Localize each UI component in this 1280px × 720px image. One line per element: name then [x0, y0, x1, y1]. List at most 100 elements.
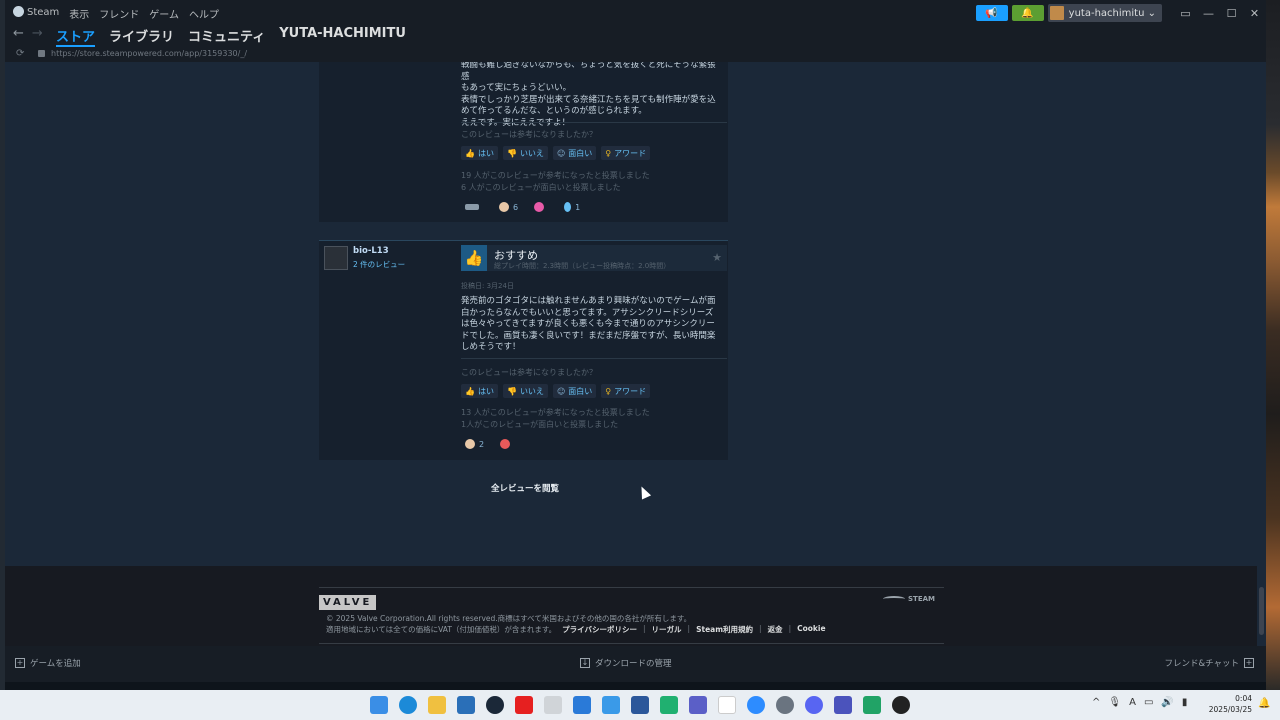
steam-footer-text: STEAM — [908, 595, 935, 603]
snipping-icon[interactable] — [544, 696, 562, 714]
gmail-icon[interactable] — [718, 696, 736, 714]
thumbs-down-icon: 👎 — [506, 386, 517, 396]
heart-award-icon[interactable] — [530, 199, 552, 215]
notifications-button[interactable]: 🔔 — [1011, 5, 1044, 21]
vote-funny-label: 面白い — [568, 148, 593, 158]
chevron-up-icon[interactable]: ^ — [1092, 697, 1100, 708]
store-icon[interactable] — [457, 696, 475, 714]
microphone-icon[interactable]: 🎙 — [1108, 697, 1121, 708]
medal-award-icon[interactable]: 1 — [560, 199, 584, 215]
account-menu[interactable]: yuta-hachimitu ⌄ — [1047, 4, 1162, 22]
award-button[interactable]: ♀ アワード — [601, 384, 651, 398]
ime-icon[interactable]: A — [1129, 697, 1136, 708]
wings-award-icon[interactable] — [461, 199, 487, 215]
cookie-link[interactable]: Cookie — [797, 624, 825, 635]
zoom-icon[interactable] — [747, 696, 765, 714]
vote-no-button[interactable]: 👎 いいえ — [502, 384, 548, 398]
app-icon[interactable] — [602, 696, 620, 714]
vote-funny-button[interactable]: ☺ 面白い — [552, 146, 597, 160]
star-icon[interactable]: ★ — [712, 251, 722, 264]
url-text[interactable]: https://store.steampowered.com/app/31593… — [51, 49, 247, 58]
review-line: 白かったらなんでもいいと思ってます。アサシンクリードシリーズ — [461, 307, 714, 318]
big-picture-icon[interactable]: ▭ — [1174, 7, 1197, 20]
youtube-icon[interactable] — [515, 696, 533, 714]
menu-steam[interactable]: Steam — [13, 6, 59, 21]
review-card: bio-L13 2 件のレビュー 👍 おすすめ 総プレイ時間：2.3時間（レビュ… — [319, 240, 728, 460]
scrollbar[interactable] — [1257, 62, 1266, 644]
app-icon[interactable] — [573, 696, 591, 714]
review-body: 戦闘も難し過ぎないながらも、ちょっと気を抜くと死にそうな緊張感 もあって実にちょ… — [461, 62, 719, 129]
privacy-link[interactable]: プライバシーポリシー — [562, 624, 637, 635]
hand-award-icon[interactable]: 2 — [461, 436, 488, 452]
clock[interactable]: 0:04 2025/03/25 — [1206, 693, 1252, 715]
verdict-bar[interactable]: 👍 おすすめ 総プレイ時間：2.3時間（レビュー投稿時点：2.0時間） ★ — [461, 245, 727, 271]
view-all-reviews-link[interactable]: 全レビューを閲覧 — [491, 482, 559, 494]
teams-icon[interactable] — [834, 696, 852, 714]
steam-footer-logo[interactable]: STEAM — [883, 595, 935, 603]
vote-no-button[interactable]: 👎 いいえ — [502, 146, 548, 160]
maximize-icon[interactable]: ☐ — [1220, 7, 1243, 20]
reload-icon[interactable]: ⟳ — [16, 48, 24, 59]
notification-icon[interactable]: 🔔 — [1258, 698, 1270, 709]
windows-start-icon[interactable] — [370, 696, 388, 714]
helpful-question: このレビューは参考になりましたか？ — [461, 368, 597, 377]
clock-date: 2025/03/25 — [1208, 705, 1252, 714]
steam-window: Steam 表示 フレンド ゲーム ヘルプ 📢 🔔 yuta-hachimitu… — [5, 0, 1266, 682]
helpful-count: 19 人がこのレビューが参考になったと投票しました — [461, 171, 650, 180]
friends-chat-button[interactable]: フレンド&チャット + — [1164, 657, 1254, 669]
minimize-icon[interactable]: — — [1197, 7, 1220, 20]
funny-count: 6 人がこのレビューが面白いと投票しました — [461, 183, 621, 192]
award-button[interactable]: ♀ アワード — [601, 146, 651, 160]
menu-games[interactable]: ゲーム — [149, 6, 179, 21]
tab-profile[interactable]: YUTA-HACHIMITU — [279, 26, 406, 47]
steam-logo-icon — [13, 6, 24, 17]
author-avatar[interactable] — [324, 246, 348, 270]
add-game-label: ゲームを追加 — [30, 659, 81, 669]
close-icon[interactable]: ✕ — [1243, 7, 1266, 20]
review-stats: 19 人がこのレビューが参考になったと投票しました 6 人がこのレビューが面白い… — [461, 170, 650, 194]
ssa-link[interactable]: Steam利用規約 — [696, 624, 753, 635]
add-game-button[interactable]: + ゲームを追加 — [15, 657, 81, 669]
edge-icon[interactable] — [399, 696, 417, 714]
vote-yes-button[interactable]: 👍 はい — [461, 146, 498, 160]
award-count: 6 — [513, 202, 519, 212]
battery-icon[interactable]: ▮ — [1182, 697, 1188, 708]
file-explorer-icon[interactable] — [428, 696, 446, 714]
legal-link[interactable]: リーガル — [652, 624, 682, 635]
app-icon[interactable] — [863, 696, 881, 714]
system-tray: ^ 🎙 A ▭ 🔊 ▮ — [1092, 697, 1187, 708]
teams-icon[interactable] — [689, 696, 707, 714]
announcements-button[interactable]: 📢 — [975, 5, 1008, 21]
tab-library[interactable]: ライブラリ — [109, 26, 174, 47]
megaphone-icon: 📢 — [985, 7, 998, 19]
menu-view[interactable]: 表示 — [69, 6, 89, 21]
menu-steam-label: Steam — [27, 7, 60, 18]
menu-help[interactable]: ヘルプ — [189, 6, 219, 21]
author-review-count[interactable]: 2 件のレビュー — [353, 259, 405, 270]
menu-friends[interactable]: フレンド — [99, 6, 139, 21]
volume-icon[interactable]: 🔊 — [1161, 697, 1173, 708]
face-award-icon[interactable] — [496, 436, 518, 452]
app-icon[interactable] — [660, 696, 678, 714]
award-label: アワード — [614, 148, 647, 158]
vote-yes-button[interactable]: 👍 はい — [461, 384, 498, 398]
tab-store[interactable]: ストア — [56, 26, 96, 47]
hand-award-icon[interactable]: 6 — [495, 199, 522, 215]
refunds-link[interactable]: 返金 — [768, 624, 783, 635]
back-arrow-icon[interactable]: ← — [13, 26, 24, 41]
downloads-button[interactable]: ↓ ダウンロードの管理 — [580, 657, 672, 669]
tab-community[interactable]: コミュニティ — [188, 26, 265, 47]
review-card: 戦闘も難し過ぎないながらも、ちょっと気を抜くと死にそうな緊張感 もあって実にちょ… — [319, 62, 728, 222]
discord-icon[interactable] — [805, 696, 823, 714]
app-icon[interactable] — [892, 696, 910, 714]
author-name[interactable]: bio-L13 — [353, 246, 389, 256]
word-icon[interactable] — [631, 696, 649, 714]
vote-funny-button[interactable]: ☺ 面白い — [552, 384, 597, 398]
review-awards: 2 — [461, 436, 518, 452]
scrollbar-thumb[interactable] — [1259, 587, 1264, 635]
network-icon[interactable]: ▭ — [1144, 697, 1153, 708]
forward-arrow-icon[interactable]: → — [32, 26, 43, 41]
valve-logo[interactable]: VALVE — [319, 595, 377, 610]
settings-icon[interactable] — [776, 696, 794, 714]
steam-taskbar-icon[interactable] — [486, 696, 504, 714]
